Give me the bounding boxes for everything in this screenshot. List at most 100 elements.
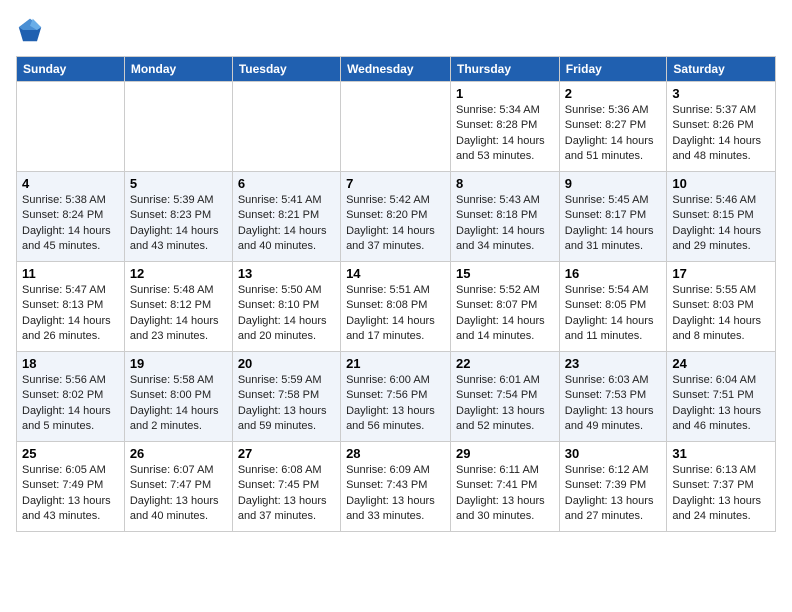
calendar-cell: [341, 82, 451, 172]
calendar-cell: 26 Sunrise: 6:07 AM Sunset: 7:47 PM Dayli…: [124, 442, 232, 532]
day-info: Sunrise: 6:11 AM Sunset: 7:41 PM Dayligh…: [456, 463, 554, 525]
calendar-cell: 17 Sunrise: 5:55 AM Sunset: 8:03 PM Dayli…: [667, 262, 776, 352]
day-info: Sunrise: 5:38 AM Sunset: 8:24 PM Dayligh…: [22, 193, 119, 255]
day-info: Sunrise: 6:07 AM Sunset: 7:47 PM Dayligh…: [130, 463, 227, 525]
day-number: 26: [130, 446, 227, 461]
day-info: Sunrise: 5:54 AM Sunset: 8:05 PM Dayligh…: [565, 283, 662, 345]
day-info: Sunrise: 5:37 AM Sunset: 8:26 PM Dayligh…: [672, 103, 770, 165]
weekday-header-thursday: Thursday: [451, 57, 560, 82]
calendar-cell: 3 Sunrise: 5:37 AM Sunset: 8:26 PM Daylig…: [667, 82, 776, 172]
calendar-cell: [17, 82, 125, 172]
day-info: Sunrise: 5:55 AM Sunset: 8:03 PM Dayligh…: [672, 283, 770, 345]
calendar-cell: 6 Sunrise: 5:41 AM Sunset: 8:21 PM Daylig…: [232, 172, 340, 262]
day-info: Sunrise: 5:47 AM Sunset: 8:13 PM Dayligh…: [22, 283, 119, 345]
calendar-cell: 16 Sunrise: 5:54 AM Sunset: 8:05 PM Dayli…: [559, 262, 667, 352]
day-info: Sunrise: 6:01 AM Sunset: 7:54 PM Dayligh…: [456, 373, 554, 435]
day-info: Sunrise: 6:12 AM Sunset: 7:39 PM Dayligh…: [565, 463, 662, 525]
calendar-week-row: 18 Sunrise: 5:56 AM Sunset: 8:02 PM Dayli…: [17, 352, 776, 442]
day-info: Sunrise: 5:43 AM Sunset: 8:18 PM Dayligh…: [456, 193, 554, 255]
day-info: Sunrise: 5:36 AM Sunset: 8:27 PM Dayligh…: [565, 103, 662, 165]
weekday-header-sunday: Sunday: [17, 57, 125, 82]
day-info: Sunrise: 6:13 AM Sunset: 7:37 PM Dayligh…: [672, 463, 770, 525]
day-number: 19: [130, 356, 227, 371]
day-info: Sunrise: 6:08 AM Sunset: 7:45 PM Dayligh…: [238, 463, 335, 525]
day-number: 24: [672, 356, 770, 371]
day-number: 14: [346, 266, 445, 281]
logo-icon: [16, 16, 44, 44]
calendar-cell: 31 Sunrise: 6:13 AM Sunset: 7:37 PM Dayli…: [667, 442, 776, 532]
calendar-cell: 5 Sunrise: 5:39 AM Sunset: 8:23 PM Daylig…: [124, 172, 232, 262]
calendar-cell: [124, 82, 232, 172]
weekday-header-monday: Monday: [124, 57, 232, 82]
weekday-header-tuesday: Tuesday: [232, 57, 340, 82]
calendar-cell: 21Sunrise: 6:00 AM Sunset: 7:56 PM Dayli…: [341, 352, 451, 442]
day-number: 9: [565, 176, 662, 191]
weekday-header-wednesday: Wednesday: [341, 57, 451, 82]
day-info: Sunrise: 5:59 AM Sunset: 7:58 PM Dayligh…: [238, 373, 335, 435]
calendar-cell: 20 Sunrise: 5:59 AM Sunset: 7:58 PM Dayli…: [232, 352, 340, 442]
calendar-cell: 11 Sunrise: 5:47 AM Sunset: 8:13 PM Dayli…: [17, 262, 125, 352]
day-number: 7: [346, 176, 445, 191]
day-info: Sunrise: 5:46 AM Sunset: 8:15 PM Dayligh…: [672, 193, 770, 255]
calendar-cell: 9Sunrise: 5:45 AM Sunset: 8:17 PM Daylig…: [559, 172, 667, 262]
day-number: 11: [22, 266, 119, 281]
calendar-cell: 22Sunrise: 6:01 AM Sunset: 7:54 PM Dayli…: [451, 352, 560, 442]
weekday-header-row: SundayMondayTuesdayWednesdayThursdayFrid…: [17, 57, 776, 82]
calendar-cell: 8 Sunrise: 5:43 AM Sunset: 8:18 PM Daylig…: [451, 172, 560, 262]
day-info: Sunrise: 5:58 AM Sunset: 8:00 PM Dayligh…: [130, 373, 227, 435]
calendar-cell: 13Sunrise: 5:50 AM Sunset: 8:10 PM Dayli…: [232, 262, 340, 352]
day-number: 23: [565, 356, 662, 371]
day-number: 27: [238, 446, 335, 461]
calendar-cell: 23 Sunrise: 6:03 AM Sunset: 7:53 PM Dayli…: [559, 352, 667, 442]
page-header: [16, 16, 776, 44]
calendar-week-row: 11 Sunrise: 5:47 AM Sunset: 8:13 PM Dayli…: [17, 262, 776, 352]
day-number: 8: [456, 176, 554, 191]
day-info: Sunrise: 5:34 AM Sunset: 8:28 PM Dayligh…: [456, 103, 554, 165]
day-number: 3: [672, 86, 770, 101]
day-info: Sunrise: 6:05 AM Sunset: 7:49 PM Dayligh…: [22, 463, 119, 525]
day-number: 1: [456, 86, 554, 101]
calendar-cell: 12Sunrise: 5:48 AM Sunset: 8:12 PM Dayli…: [124, 262, 232, 352]
calendar-cell: 10Sunrise: 5:46 AM Sunset: 8:15 PM Dayli…: [667, 172, 776, 262]
day-number: 16: [565, 266, 662, 281]
calendar-cell: 7 Sunrise: 5:42 AM Sunset: 8:20 PM Daylig…: [341, 172, 451, 262]
day-info: Sunrise: 6:09 AM Sunset: 7:43 PM Dayligh…: [346, 463, 445, 525]
day-info: Sunrise: 5:51 AM Sunset: 8:08 PM Dayligh…: [346, 283, 445, 345]
day-info: Sunrise: 6:03 AM Sunset: 7:53 PM Dayligh…: [565, 373, 662, 435]
day-number: 12: [130, 266, 227, 281]
day-number: 25: [22, 446, 119, 461]
calendar-cell: 30 Sunrise: 6:12 AM Sunset: 7:39 PM Dayli…: [559, 442, 667, 532]
day-number: 31: [672, 446, 770, 461]
calendar-cell: 18 Sunrise: 5:56 AM Sunset: 8:02 PM Dayli…: [17, 352, 125, 442]
day-info: Sunrise: 5:42 AM Sunset: 8:20 PM Dayligh…: [346, 193, 445, 255]
calendar-table: SundayMondayTuesdayWednesdayThursdayFrid…: [16, 56, 776, 532]
calendar-week-row: 25 Sunrise: 6:05 AM Sunset: 7:49 PM Dayli…: [17, 442, 776, 532]
calendar-cell: 27 Sunrise: 6:08 AM Sunset: 7:45 PM Dayli…: [232, 442, 340, 532]
calendar-cell: 25 Sunrise: 6:05 AM Sunset: 7:49 PM Dayli…: [17, 442, 125, 532]
calendar-cell: 14 Sunrise: 5:51 AM Sunset: 8:08 PM Dayli…: [341, 262, 451, 352]
day-info: Sunrise: 5:56 AM Sunset: 8:02 PM Dayligh…: [22, 373, 119, 435]
calendar-cell: 2 Sunrise: 5:36 AM Sunset: 8:27 PM Daylig…: [559, 82, 667, 172]
day-number: 15: [456, 266, 554, 281]
day-number: 30: [565, 446, 662, 461]
day-number: 29: [456, 446, 554, 461]
calendar-week-row: 1 Sunrise: 5:34 AM Sunset: 8:28 PM Daylig…: [17, 82, 776, 172]
day-info: Sunrise: 5:39 AM Sunset: 8:23 PM Dayligh…: [130, 193, 227, 255]
day-number: 18: [22, 356, 119, 371]
day-number: 5: [130, 176, 227, 191]
calendar-cell: [232, 82, 340, 172]
day-number: 17: [672, 266, 770, 281]
calendar-cell: 1 Sunrise: 5:34 AM Sunset: 8:28 PM Daylig…: [451, 82, 560, 172]
day-number: 2: [565, 86, 662, 101]
weekday-header-friday: Friday: [559, 57, 667, 82]
day-number: 21: [346, 356, 445, 371]
day-info: Sunrise: 5:52 AM Sunset: 8:07 PM Dayligh…: [456, 283, 554, 345]
day-number: 6: [238, 176, 335, 191]
day-number: 28: [346, 446, 445, 461]
day-info: Sunrise: 5:41 AM Sunset: 8:21 PM Dayligh…: [238, 193, 335, 255]
calendar-cell: 29 Sunrise: 6:11 AM Sunset: 7:41 PM Dayli…: [451, 442, 560, 532]
calendar-cell: 4Sunrise: 5:38 AM Sunset: 8:24 PM Daylig…: [17, 172, 125, 262]
day-number: 20: [238, 356, 335, 371]
logo: [16, 16, 48, 44]
day-number: 13: [238, 266, 335, 281]
